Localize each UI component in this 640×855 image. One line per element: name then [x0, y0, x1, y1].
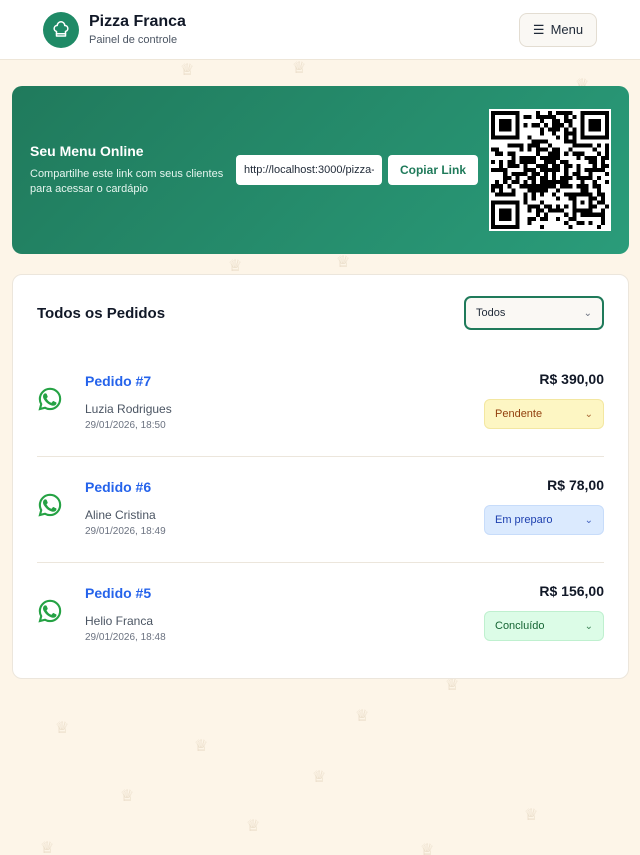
share-description: Compartilhe este link com seus clientes … — [30, 168, 224, 195]
order-total: R$ 156,00 — [539, 583, 604, 599]
chevron-down-icon: ⌄ — [584, 620, 593, 632]
order-date: 29/01/2026, 18:48 — [85, 632, 166, 643]
chevron-down-icon: ⌄ — [584, 514, 593, 526]
chevron-down-icon: ⌄ — [583, 307, 592, 319]
order-row[interactable]: Pedido #7 Luzia Rodrigues 29/01/2026, 18… — [37, 351, 604, 457]
menu-label: Menu — [550, 22, 584, 37]
chef-hat-icon: ♕ — [55, 720, 70, 737]
share-title: Seu Menu Online — [30, 143, 144, 159]
status-filter-select[interactable]: Todos ⌄ — [464, 296, 604, 330]
filter-value: Todos — [476, 307, 506, 319]
chevron-down-icon: ⌄ — [584, 408, 593, 420]
orders-header: Todos os Pedidos Todos ⌄ — [37, 275, 604, 351]
whatsapp-icon[interactable] — [37, 386, 63, 412]
qr-code — [489, 109, 611, 231]
order-summary: R$ 156,00 Concluído ⌄ — [484, 583, 604, 641]
chef-hat-icon: ♕ — [355, 708, 370, 725]
chef-hat-icon: ♕ — [180, 62, 195, 79]
orders-title: Todos os Pedidos — [37, 304, 166, 322]
order-info: Pedido #7 Luzia Rodrigues 29/01/2026, 18… — [85, 373, 172, 431]
chef-hat-icon: ♕ — [228, 258, 243, 275]
online-menu-card: Seu Menu Online Compartilhe este link co… — [12, 86, 629, 254]
brand-subtitle: Painel de controle — [89, 34, 178, 46]
chef-hat-icon: ♕ — [246, 818, 261, 835]
chef-hat-icon: ♕ — [420, 842, 435, 855]
order-info: Pedido #5 Helio Franca 29/01/2026, 18:48 — [85, 585, 166, 643]
order-status-select[interactable]: Em preparo ⌄ — [484, 505, 604, 535]
copy-link-button[interactable]: Copiar Link — [388, 155, 478, 185]
order-summary: R$ 390,00 Pendente ⌄ — [484, 371, 604, 429]
order-date: 29/01/2026, 18:49 — [85, 526, 166, 537]
order-row[interactable]: Pedido #6 Aline Cristina 29/01/2026, 18:… — [37, 457, 604, 563]
chef-hat-icon: ♕ — [120, 788, 135, 805]
chef-hat-icon: ♕ — [336, 254, 351, 271]
chef-hat-icon — [43, 11, 79, 48]
chef-hat-icon: ♕ — [312, 769, 327, 786]
orders-panel: Todos os Pedidos Todos ⌄ Pedido #7 Luzia… — [12, 274, 629, 679]
order-client: Luzia Rodrigues — [85, 402, 172, 416]
chef-hat-icon: ♕ — [292, 60, 307, 77]
menu-button[interactable]: ☰ Menu — [519, 12, 597, 47]
share-text: Seu Menu Online Compartilhe este link co… — [30, 143, 230, 197]
order-summary: R$ 78,00 Em preparo ⌄ — [484, 477, 604, 535]
order-status-select[interactable]: Concluído ⌄ — [484, 611, 604, 641]
chef-hat-icon: ♕ — [40, 840, 55, 855]
whatsapp-icon[interactable] — [37, 598, 63, 624]
top-header: Pizza Franca Painel de controle ☰ Menu — [0, 0, 640, 60]
brand: Pizza Franca Painel de controle — [89, 13, 186, 46]
order-row[interactable]: Pedido #5 Helio Franca 29/01/2026, 18:48… — [37, 563, 604, 669]
status-label: Pendente — [495, 408, 543, 420]
order-id[interactable]: Pedido #5 — [85, 585, 166, 601]
chef-hat-icon: ♕ — [524, 807, 539, 824]
order-total: R$ 78,00 — [547, 477, 604, 493]
chef-hat-icon: ♕ — [194, 738, 209, 755]
order-date: 29/01/2026, 18:50 — [85, 420, 166, 431]
menu-link-input[interactable] — [236, 155, 382, 185]
order-client: Helio Franca — [85, 614, 154, 628]
order-info: Pedido #6 Aline Cristina 29/01/2026, 18:… — [85, 479, 166, 537]
hamburger-icon: ☰ — [532, 21, 545, 37]
status-label: Em preparo — [495, 514, 553, 526]
brand-name: Pizza Franca — [89, 13, 186, 30]
order-total: R$ 390,00 — [539, 371, 604, 387]
order-status-select[interactable]: Pendente ⌄ — [484, 399, 604, 429]
order-id[interactable]: Pedido #6 — [85, 479, 166, 495]
order-client: Aline Cristina — [85, 508, 156, 522]
whatsapp-icon[interactable] — [37, 492, 63, 518]
order-id[interactable]: Pedido #7 — [85, 373, 172, 389]
status-label: Concluído — [495, 620, 545, 632]
